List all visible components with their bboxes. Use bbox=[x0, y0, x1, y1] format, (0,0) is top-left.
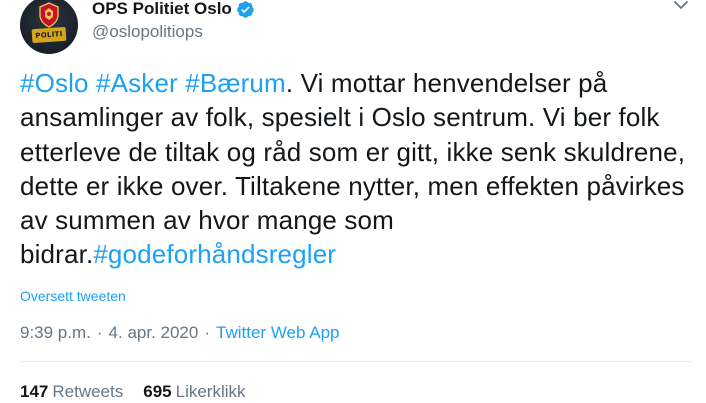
tweet-source-link[interactable]: Twitter Web App bbox=[216, 323, 339, 343]
hashtag-link[interactable]: #Asker bbox=[96, 68, 178, 98]
meta-separator: · bbox=[96, 323, 103, 342]
retweets-stat[interactable]: 147 Retweets bbox=[20, 382, 123, 402]
hashtag-link[interactable]: #Oslo bbox=[20, 68, 89, 98]
tweet-meta: 9:39 p.m. · 4. apr. 2020 · Twitter Web A… bbox=[20, 323, 340, 343]
avatar[interactable]: POLITI bbox=[20, 0, 78, 54]
hashtag-link[interactable]: #godeforhåndsregler bbox=[93, 239, 336, 269]
tweet-text-segment bbox=[89, 68, 96, 98]
police-emblem-icon bbox=[39, 2, 59, 28]
likes-label: Likerklikk bbox=[175, 382, 246, 401]
tweet-time[interactable]: 9:39 p.m. bbox=[20, 323, 91, 343]
avatar-patch: POLITI bbox=[31, 26, 67, 44]
retweets-count: 147 bbox=[20, 382, 49, 401]
likes-count: 695 bbox=[143, 382, 172, 401]
tweet-date[interactable]: 4. apr. 2020 bbox=[109, 323, 199, 343]
meta-separator: · bbox=[204, 323, 211, 342]
chevron-down-icon[interactable] bbox=[670, 0, 692, 16]
tweet-stats: 147 Retweets 695 Likerklikk bbox=[20, 382, 266, 402]
name-row: OPS Politiet Oslo bbox=[92, 0, 255, 20]
tweet-text: #Oslo #Asker #Bærum. Vi mottar henvendel… bbox=[20, 66, 700, 272]
divider bbox=[20, 361, 692, 362]
verified-badge-icon bbox=[236, 0, 254, 18]
tweet-card: POLITI OPS Politiet Oslo @oslopolitiops … bbox=[0, 0, 706, 403]
translate-link[interactable]: Oversett tweeten bbox=[20, 288, 126, 304]
likes-stat[interactable]: 695 Likerklikk bbox=[143, 382, 245, 402]
display-name[interactable]: OPS Politiet Oslo bbox=[92, 0, 232, 19]
handle[interactable]: @oslopolitiops bbox=[92, 22, 203, 42]
hashtag-link[interactable]: #Bærum bbox=[185, 68, 286, 98]
retweets-label: Retweets bbox=[52, 382, 124, 401]
